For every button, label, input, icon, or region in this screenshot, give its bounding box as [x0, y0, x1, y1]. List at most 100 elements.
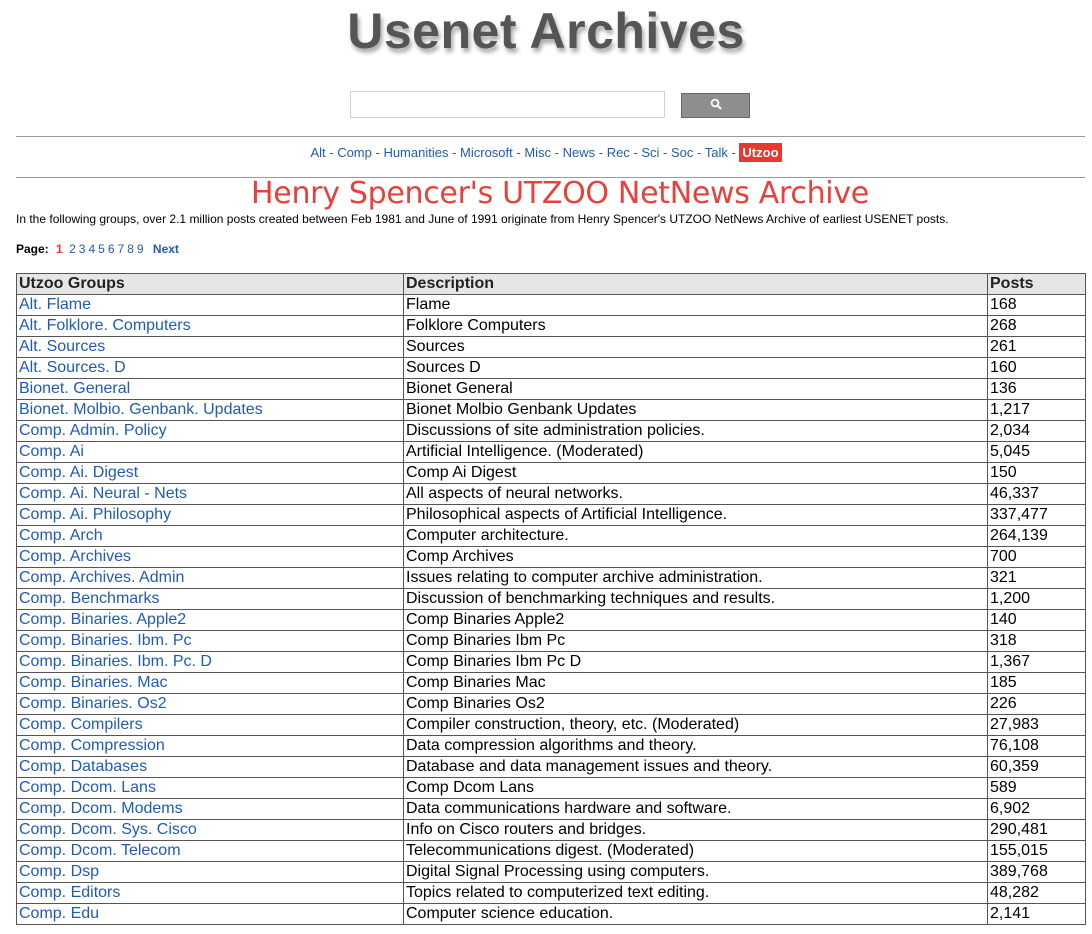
group-link[interactable]: Bionet. Molbio. Genbank. Updates [19, 401, 263, 418]
group-link[interactable]: Comp. Editors [19, 884, 120, 901]
posts-cell: 700 [987, 546, 1086, 568]
group-cell: Comp. Archives. Admin [16, 567, 404, 589]
nav-link-5[interactable]: News [563, 145, 596, 160]
description-cell: Discussions of site administration polic… [403, 420, 988, 442]
nav-link-0[interactable]: Alt [310, 145, 325, 160]
group-link[interactable]: Comp. Ai. Neural - Nets [19, 485, 187, 502]
nav-link-8[interactable]: Soc [671, 145, 693, 160]
group-link[interactable]: Comp. Admin. Policy [19, 422, 167, 439]
nav-link-9[interactable]: Talk [705, 145, 728, 160]
group-link[interactable]: Comp. Dsp [19, 863, 99, 880]
table-row: Comp. Arch Computer architecture. 264,139 [16, 525, 1086, 547]
description-cell: Comp Dcom Lans [403, 777, 988, 799]
group-link[interactable]: Comp. Dcom. Sys. Cisco [19, 821, 197, 838]
divider [16, 136, 1085, 137]
group-link[interactable]: Comp. Binaries. Ibm. Pc [19, 632, 192, 649]
group-link[interactable]: Alt. Sources [19, 338, 105, 355]
search-button[interactable] [681, 93, 750, 118]
table-row: Comp. Ai. Neural - Nets All aspects of ne… [16, 483, 1086, 505]
table-row: Comp. Binaries. Mac Comp Binaries Mac 185 [16, 672, 1086, 694]
posts-cell: 1,217 [987, 399, 1086, 421]
nav-separator: - [659, 145, 671, 160]
group-link[interactable]: Comp. Benchmarks [19, 590, 160, 607]
page-link[interactable]: 5 [98, 242, 105, 256]
group-link[interactable]: Alt. Sources. D [19, 359, 126, 376]
group-link[interactable]: Comp. Ai. Philosophy [19, 506, 171, 523]
group-link[interactable]: Comp. Ai. Digest [19, 464, 138, 481]
nav-separator: - [595, 145, 607, 160]
posts-cell: 27,983 [987, 714, 1086, 736]
page-link[interactable]: 2 [69, 242, 76, 256]
archive-heading: Henry Spencer's UTZOO NetNews Archive [251, 176, 869, 211]
nav-link-4[interactable]: Misc [524, 145, 551, 160]
group-link[interactable]: Comp. Edu [19, 905, 99, 922]
page-link[interactable]: 8 [127, 242, 134, 256]
group-link[interactable]: Comp. Dcom. Lans [19, 779, 156, 796]
posts-cell: 337,477 [987, 504, 1086, 526]
group-link[interactable]: Alt. Folklore. Computers [19, 317, 191, 334]
group-cell: Alt. Sources. D [16, 357, 404, 379]
page-link[interactable]: 3 [79, 242, 86, 256]
table-row: Comp. Ai Artificial Intelligence. (Modera… [16, 441, 1086, 463]
posts-cell: 290,481 [987, 819, 1086, 841]
nav-separator: - [693, 145, 705, 160]
next-page-link[interactable]: Next [153, 242, 179, 256]
column-header-description: Description [403, 273, 988, 295]
group-link[interactable]: Comp. Databases [19, 758, 147, 775]
table-row: Comp. Ai. Digest Comp Ai Digest 150 [16, 462, 1086, 484]
group-cell: Comp. Dcom. Lans [16, 777, 404, 799]
group-link[interactable]: Comp. Archives. Admin [19, 569, 184, 586]
posts-cell: 140 [987, 609, 1086, 631]
posts-cell: 48,282 [987, 882, 1086, 904]
group-cell: Comp. Dcom. Sys. Cisco [16, 819, 404, 841]
group-link[interactable]: Comp. Binaries. Ibm. Pc. D [19, 653, 212, 670]
posts-cell: 60,359 [987, 756, 1086, 778]
group-link[interactable]: Comp. Compression [19, 737, 165, 754]
page-link[interactable]: 4 [88, 242, 95, 256]
posts-cell: 168 [987, 294, 1086, 316]
category-nav: Alt - Comp - Humanities - Microsoft - Mi… [0, 143, 1092, 162]
search-input[interactable] [350, 91, 665, 118]
posts-cell: 6,902 [987, 798, 1086, 820]
nav-separator: - [727, 145, 740, 160]
page-link[interactable]: 7 [118, 242, 125, 256]
description-cell: Discussion of benchmarking techniques an… [403, 588, 988, 610]
group-link[interactable]: Comp. Binaries. Mac [19, 674, 168, 691]
nav-separator: - [551, 145, 563, 160]
table-row: Comp. Dcom. Sys. Cisco Info on Cisco rout… [16, 819, 1086, 841]
description-cell: Sources [403, 336, 988, 358]
nav-link-1[interactable]: Comp [337, 145, 372, 160]
group-link[interactable]: Comp. Compilers [19, 716, 143, 733]
description-cell: Flame [403, 294, 988, 316]
page-link[interactable]: 9 [137, 242, 144, 256]
description-cell: Comp Binaries Ibm Pc D [403, 651, 988, 673]
nav-link-active[interactable]: Utzoo [739, 143, 782, 162]
table-row: Comp. Binaries. Os2 Comp Binaries Os2 226 [16, 693, 1086, 715]
posts-cell: 264,139 [987, 525, 1086, 547]
nav-separator: - [448, 145, 461, 160]
nav-link-6[interactable]: Rec [607, 145, 630, 160]
nav-link-3[interactable]: Microsoft [460, 145, 513, 160]
page-link[interactable]: 6 [108, 242, 115, 256]
posts-cell: 589 [987, 777, 1086, 799]
group-link[interactable]: Bionet. General [19, 380, 130, 397]
table-row: Comp. Ai. Philosophy Philosophical aspect… [16, 504, 1086, 526]
group-link[interactable]: Comp. Archives [19, 548, 131, 565]
description-cell: Comp Ai Digest [403, 462, 988, 484]
group-link[interactable]: Comp. Binaries. Apple2 [19, 611, 186, 628]
group-link[interactable]: Comp. Dcom. Telecom [19, 842, 181, 859]
table-row: Alt. Sources Sources 261 [16, 336, 1086, 358]
nav-link-2[interactable]: Humanities [383, 145, 448, 160]
group-link[interactable]: Alt. Flame [19, 296, 91, 313]
group-link[interactable]: Comp. Dcom. Modems [19, 800, 183, 817]
group-link[interactable]: Comp. Arch [19, 527, 103, 544]
group-cell: Comp. Binaries. Apple2 [16, 609, 404, 631]
group-cell: Comp. Ai [16, 441, 404, 463]
group-link[interactable]: Comp. Binaries. Os2 [19, 695, 167, 712]
description-cell: Bionet Molbio Genbank Updates [403, 399, 988, 421]
table-row: Comp. Dsp Digital Signal Processing using… [16, 861, 1086, 883]
nav-link-7[interactable]: Sci [641, 145, 659, 160]
table-row: Comp. Binaries. Ibm. Pc Comp Binaries Ibm… [16, 630, 1086, 652]
table-header-row: Utzoo Groups Description Posts [16, 273, 1086, 295]
group-link[interactable]: Comp. Ai [19, 443, 84, 460]
